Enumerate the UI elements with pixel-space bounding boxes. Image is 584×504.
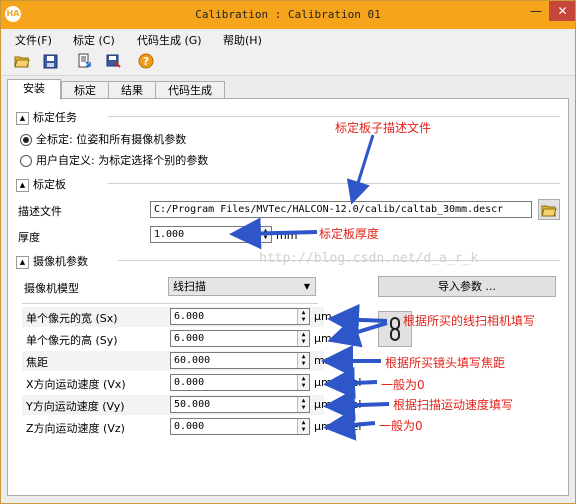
param-focal-unit: mm — [314, 354, 336, 367]
annotation-vz: 一般为0 — [379, 419, 423, 433]
browse-button[interactable] — [538, 199, 560, 220]
stepper-arrows[interactable]: ▲ ▼ — [259, 227, 271, 242]
close-button[interactable]: ✕ — [549, 1, 575, 21]
param-vz-unit: μm/pixel — [314, 420, 362, 433]
minimize-button[interactable]: — — [523, 1, 549, 21]
param-vx-value: 0.000 — [174, 377, 205, 388]
section-title: 摄像机参数 — [33, 255, 88, 268]
param-vx-stepper[interactable]: 0.000 ▲ ▼ — [170, 374, 310, 391]
section-calibration-task[interactable]: ▲ 标定任务 — [16, 109, 77, 125]
param-sy-label: 单个像元的高 (Sy) — [26, 334, 118, 347]
section-divider — [108, 183, 560, 184]
svg-text:?: ? — [143, 55, 149, 68]
chevron-down-icon: ▼ — [303, 282, 310, 291]
window-title: Calibration : Calibration 01 — [195, 8, 381, 21]
param-vz-stepper[interactable]: 0.000 ▲ ▼ — [170, 418, 310, 435]
radio-user-defined[interactable]: 用户自定义: 为标定选择个别的参数 — [20, 152, 208, 168]
collapse-chevron-icon[interactable]: ▲ — [16, 178, 29, 192]
thickness-value: 1.000 — [154, 229, 185, 240]
stepper-arrows[interactable]: ▲ ▼ — [297, 397, 309, 412]
thickness-label: 厚度 — [18, 231, 40, 244]
param-vz-value: 0.000 — [174, 421, 205, 432]
annotation-focal: 根据所买镜头填写焦距 — [385, 356, 506, 370]
import-params-button[interactable]: 导入参数 ... — [378, 276, 556, 297]
stepper-arrows[interactable]: ▲ ▼ — [297, 419, 309, 434]
menu-bar: 文件(F) 标定 (C) 代码生成 (G) 帮助(H) — [1, 29, 575, 49]
param-vx-label: X方向运动速度 (Vx) — [26, 378, 126, 391]
param-focal-value: 60.000 — [174, 355, 211, 366]
param-focal-label: 焦距 — [26, 356, 48, 369]
section-title: 标定任务 — [33, 111, 77, 124]
section-divider — [108, 116, 560, 117]
tab-results[interactable]: 结果 — [108, 81, 156, 99]
param-vx-unit: μm/pixel — [314, 376, 362, 389]
camera-model-select[interactable]: 线扫描 ▼ — [168, 277, 316, 296]
menu-help[interactable]: 帮助(H) — [223, 32, 262, 48]
toolbar: ? — [1, 49, 575, 76]
radio-selected-icon[interactable] — [20, 134, 32, 146]
chain-link-icon — [390, 317, 400, 341]
watermark: http://blog.csdn.net/d_a_r_k — [259, 251, 479, 266]
annotation-desc-file: 标定板子描述文件 — [335, 121, 432, 135]
param-sy-stepper[interactable]: 6.000 ▲ ▼ — [170, 330, 310, 347]
tab-codegen[interactable]: 代码生成 — [155, 81, 225, 99]
tab-install[interactable]: 安装 — [7, 79, 61, 100]
menu-codegen[interactable]: 代码生成 (G) — [137, 32, 202, 48]
calibration-window: HA Calibration : Calibration 01 — ✕ 文件(F… — [0, 0, 576, 504]
param-vy-unit: μm/pixel — [314, 398, 362, 411]
stepper-arrows[interactable]: ▲ ▼ — [297, 353, 309, 368]
radio-label: 用户自定义: 为标定选择个别的参数 — [36, 154, 209, 167]
param-sx-value: 6.000 — [174, 311, 205, 322]
tab-calibrate[interactable]: 标定 — [61, 81, 109, 99]
save-as-icon[interactable] — [105, 52, 123, 70]
stepper-arrows[interactable]: ▲ ▼ — [297, 375, 309, 390]
annotation-thickness: 标定板厚度 — [319, 227, 380, 241]
desc-file-label: 描述文件 — [18, 205, 62, 218]
help-icon[interactable]: ? — [137, 52, 155, 70]
radio-full-calibration[interactable]: 全标定: 位姿和所有摄像机参数 — [20, 131, 186, 147]
section-title: 标定板 — [33, 178, 66, 191]
section-calibration-plate[interactable]: ▲ 标定板 — [16, 176, 66, 192]
stepper-arrows[interactable]: ▲ ▼ — [297, 309, 309, 324]
thickness-stepper[interactable]: 1.000 ▲ ▼ — [150, 226, 272, 243]
open-folder-icon[interactable] — [13, 52, 31, 70]
param-sy-value: 6.000 — [174, 333, 205, 344]
menu-calibrate[interactable]: 标定 (C) — [73, 32, 115, 48]
annotation-pixel-size: 根据所买的线扫相机填写 — [403, 314, 536, 328]
radio-unselected-icon[interactable] — [20, 155, 32, 167]
param-sx-stepper[interactable]: 6.000 ▲ ▼ — [170, 308, 310, 325]
annotation-vy: 根据扫描运动速度填写 — [393, 398, 514, 412]
annotation-vx: 一般为0 — [381, 378, 425, 392]
param-sy-unit: μm — [314, 332, 332, 345]
param-vz-label: Z方向运动速度 (Vz) — [26, 422, 125, 435]
background-window-edge — [575, 0, 584, 504]
thickness-unit: mm — [276, 229, 298, 242]
param-vy-stepper[interactable]: 50.000 ▲ ▼ — [170, 396, 310, 413]
save-icon[interactable] — [41, 52, 59, 70]
menu-file[interactable]: 文件(F) — [15, 32, 52, 48]
desc-file-field[interactable]: C:/Program Files/MVTec/HALCON-12.0/calib… — [150, 201, 532, 218]
section-divider — [22, 303, 318, 304]
radio-label: 全标定: 位姿和所有摄像机参数 — [36, 133, 187, 146]
param-sx-label: 单个像元的宽 (Sx) — [26, 312, 118, 325]
collapse-chevron-icon[interactable]: ▲ — [16, 255, 29, 269]
camera-model-label: 摄像机模型 — [24, 282, 79, 295]
camera-model-value: 线扫描 — [173, 280, 206, 293]
param-sx-unit: μm — [314, 310, 332, 323]
param-vy-label: Y方向运动速度 (Vy) — [26, 400, 125, 413]
title-bar: HA Calibration : Calibration 01 — ✕ — [1, 1, 575, 29]
param-focal-stepper[interactable]: 60.000 ▲ ▼ — [170, 352, 310, 369]
load-icon[interactable] — [75, 52, 93, 70]
stepper-arrows[interactable]: ▲ ▼ — [297, 331, 309, 346]
install-panel: ▲ 标定任务 全标定: 位姿和所有摄像机参数 用户自定义: 为标定选择个别的参数 … — [7, 98, 569, 496]
open-folder-icon — [541, 205, 557, 217]
collapse-chevron-icon[interactable]: ▲ — [16, 111, 29, 125]
param-vy-value: 50.000 — [174, 399, 211, 410]
section-camera-params[interactable]: ▲ 摄像机参数 — [16, 253, 88, 269]
